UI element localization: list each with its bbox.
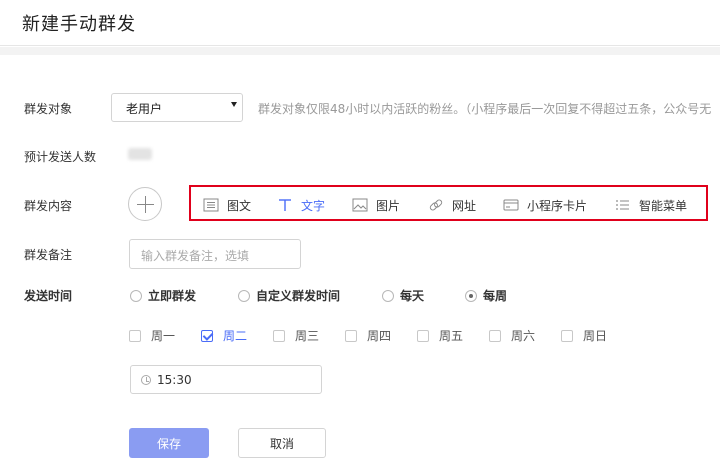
page-header: 新建手动群发 xyxy=(0,0,720,46)
remark-label: 群发备注 xyxy=(24,248,73,262)
target-label: 群发对象 xyxy=(24,102,73,116)
clock-icon xyxy=(141,375,151,385)
link-icon xyxy=(428,198,444,212)
remark-input[interactable]: 输入群发备注，选填 xyxy=(129,239,301,269)
content-type-miniprogram-card[interactable]: 小程序卡片 xyxy=(503,197,587,213)
checkbox-tuesday[interactable]: 周二 xyxy=(201,327,247,344)
checkbox-saturday[interactable]: 周六 xyxy=(489,327,535,344)
content-type-label: 文字 xyxy=(301,198,326,213)
estimate-label: 预计发送人数 xyxy=(24,150,97,164)
radio-send-now[interactable]: 立即群发 xyxy=(130,287,196,304)
content-type-label: 图片 xyxy=(376,198,401,213)
content-type-image[interactable]: 图片 xyxy=(352,197,400,213)
checkbox-friday[interactable]: 周五 xyxy=(417,327,463,344)
checkbox-box xyxy=(129,329,141,342)
content-type-text[interactable]: 文字 xyxy=(277,197,325,213)
estimate-value-blurred xyxy=(128,148,152,160)
checkbox-thursday[interactable]: 周四 xyxy=(345,327,391,344)
target-hint: 群发对象仅限48小时以内活跃的粉丝。（小程序最后一次回复不得超过五条，公众号无 xyxy=(258,102,712,116)
checkbox-label: 周四 xyxy=(367,329,392,343)
radio-label: 每天 xyxy=(400,289,425,303)
header-divider xyxy=(0,47,720,55)
radio-dot xyxy=(382,289,394,302)
checkbox-label: 周六 xyxy=(511,329,536,343)
checkbox-monday[interactable]: 周一 xyxy=(129,327,175,344)
checkbox-label: 周日 xyxy=(583,329,608,343)
send-time-label: 发送时间 xyxy=(24,289,73,303)
news-icon xyxy=(203,198,219,212)
content-type-smart-menu[interactable]: 智能菜单 xyxy=(615,197,687,213)
radio-custom-time[interactable]: 自定义群发时间 xyxy=(238,287,340,304)
checkbox-box xyxy=(273,329,285,342)
content-type-label: 图文 xyxy=(227,198,252,213)
checkbox-box xyxy=(417,329,429,342)
target-select-value: 老用户 xyxy=(126,102,163,116)
checkbox-label: 周二 xyxy=(223,329,248,343)
radio-daily[interactable]: 每天 xyxy=(382,287,424,304)
content-type-bar: 图文 文字 图片 网址 小程序卡片 智能菜单 xyxy=(189,185,708,221)
radio-weekly[interactable]: 每周 xyxy=(465,287,507,304)
cancel-button[interactable]: 取消 xyxy=(238,428,326,458)
content-type-label: 小程序卡片 xyxy=(527,198,588,213)
caret-down-icon xyxy=(231,102,237,107)
content-label: 群发内容 xyxy=(24,199,73,213)
checkbox-label: 周五 xyxy=(439,329,464,343)
radio-dot xyxy=(238,289,250,302)
radio-dot-selected xyxy=(465,289,477,302)
remark-placeholder: 输入群发备注，选填 xyxy=(141,249,250,263)
checkbox-box xyxy=(345,329,357,342)
checkbox-box xyxy=(561,329,573,342)
content-type-label: 网址 xyxy=(452,198,477,213)
content-type-link[interactable]: 网址 xyxy=(428,197,476,213)
content-type-label: 智能菜单 xyxy=(639,198,688,213)
time-value: 15:30 xyxy=(157,373,192,387)
radio-dot xyxy=(130,289,142,302)
menu-list-icon xyxy=(615,198,631,212)
text-icon xyxy=(277,198,293,212)
target-select[interactable]: 老用户 xyxy=(111,93,243,122)
radio-label: 每周 xyxy=(483,289,508,303)
checkbox-label: 周一 xyxy=(151,329,176,343)
checkbox-label: 周三 xyxy=(295,329,320,343)
checkbox-sunday[interactable]: 周日 xyxy=(561,327,607,344)
checkbox-box-checked xyxy=(201,329,213,342)
page-title: 新建手动群发 xyxy=(22,14,136,35)
radio-label: 立即群发 xyxy=(148,289,197,303)
miniprogram-card-icon xyxy=(503,198,519,212)
content-type-news[interactable]: 图文 xyxy=(203,197,251,213)
checkbox-wednesday[interactable]: 周三 xyxy=(273,327,319,344)
save-button[interactable]: 保存 xyxy=(129,428,209,458)
checkbox-box xyxy=(489,329,501,342)
time-picker[interactable]: 15:30 xyxy=(130,365,322,394)
image-icon xyxy=(352,198,368,212)
radio-label: 自定义群发时间 xyxy=(256,289,341,303)
add-content-button[interactable] xyxy=(128,187,162,221)
